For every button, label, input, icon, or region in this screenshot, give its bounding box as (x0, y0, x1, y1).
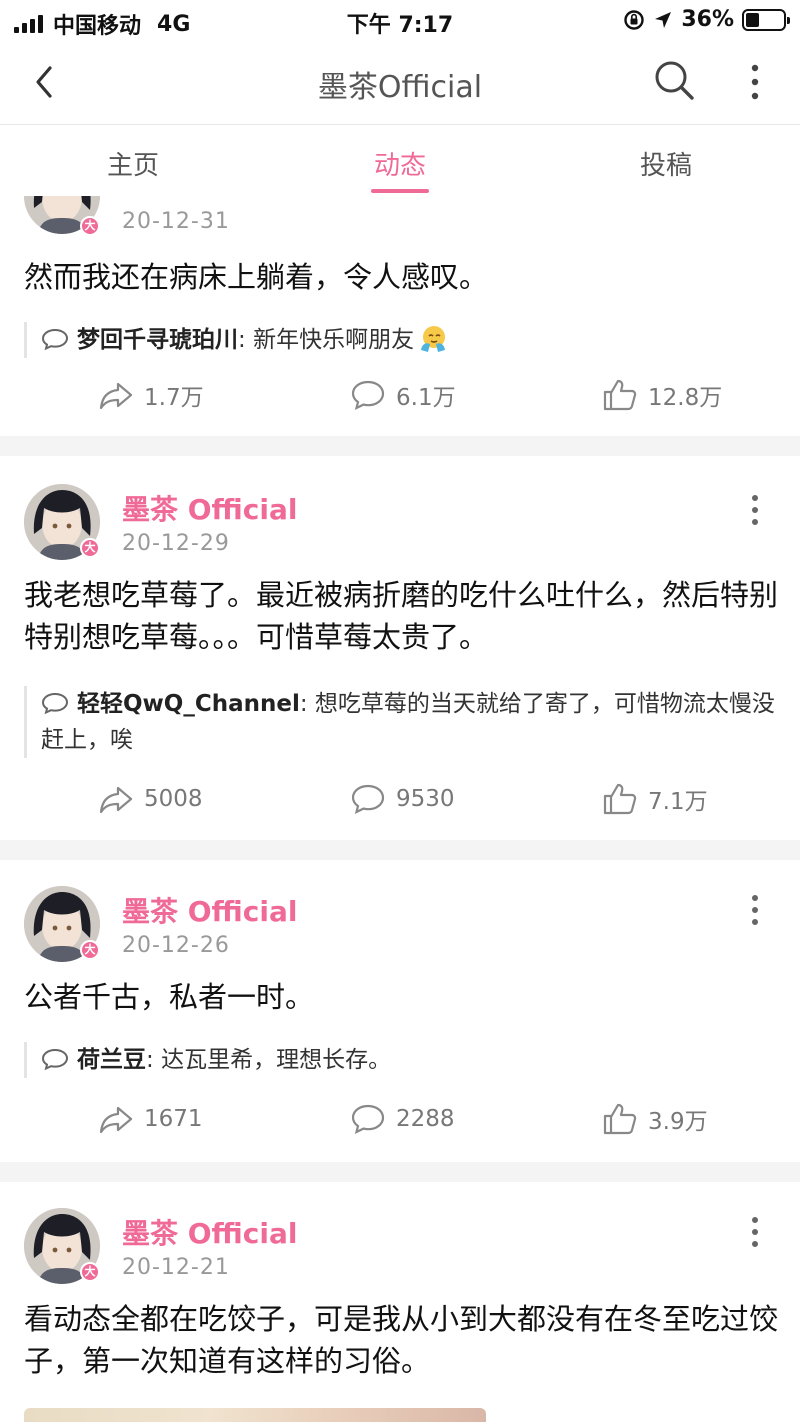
thumbs-up-icon (603, 379, 637, 411)
like-count: 3.9万 (648, 1109, 708, 1135)
post-text[interactable]: 然而我还在病床上躺着，令人感叹。 (24, 256, 784, 298)
comment-bubble-icon (351, 380, 385, 411)
nav-bar: 墨茶Official (0, 40, 800, 124)
post-username[interactable]: 墨茶 Official (122, 890, 297, 930)
comment-button[interactable]: 6.1万 (350, 378, 456, 412)
tab-bar: 主页 动态 投稿 (0, 124, 800, 196)
comment-bubble-icon (41, 692, 69, 715)
post-more-icon[interactable] (744, 492, 766, 528)
orientation-lock-icon (624, 9, 645, 30)
comment-bubble-icon (351, 1104, 385, 1135)
comment-username[interactable]: 荷兰豆 (77, 1047, 146, 1073)
comment-separator: : (238, 327, 246, 353)
like-count: 7.1万 (648, 789, 708, 815)
location-arrow-icon (655, 11, 672, 28)
post-text[interactable]: 看动态全都在吃饺子，可是我从小到大都没有在冬至吃过饺子，第一次知道有这样的习俗。 (24, 1298, 784, 1382)
comment-count: 2288 (396, 1106, 455, 1132)
post-card: 大 墨茶 Official 20-12-26 公者千古，私者一时。 荷兰豆: 达… (0, 860, 800, 1162)
battery-icon (742, 8, 790, 31)
like-button[interactable]: 3.9万 (602, 1102, 708, 1136)
status-right: 36% (623, 7, 790, 32)
avatar-badge: 大 (80, 1262, 100, 1282)
vertical-ellipsis-icon[interactable] (740, 60, 770, 104)
search-icon[interactable] (652, 58, 696, 102)
post-date: 20-12-31 (122, 209, 230, 234)
post-more-icon[interactable] (744, 1214, 766, 1250)
share-count: 1671 (144, 1106, 203, 1132)
avatar-badge: 大 (80, 940, 100, 960)
post-date: 20-12-29 (122, 531, 230, 556)
feed: 大 20-12-31 然而我还在病床上躺着，令人感叹。 梦回千寻琥珀川: 新年快… (0, 196, 800, 1422)
comment-count: 9530 (396, 786, 455, 812)
battery-percent: 36% (681, 7, 734, 32)
tab-home[interactable]: 主页 (73, 145, 193, 182)
share-arrow-icon (99, 786, 133, 814)
post-actions: 1671 2288 3.9万 (0, 1102, 800, 1142)
comment-separator: : (146, 1047, 154, 1073)
share-arrow-icon (99, 1106, 133, 1134)
tab-submissions[interactable]: 投稿 (606, 145, 726, 182)
post-actions: 1.7万 6.1万 12.8万 (0, 378, 800, 418)
comment-button[interactable]: 2288 (350, 1102, 455, 1136)
battery-fill (746, 12, 759, 27)
thumbs-up-icon (603, 783, 637, 815)
avatar-badge: 大 (80, 216, 100, 236)
share-count: 1.7万 (144, 385, 204, 411)
comment-separator: : (299, 691, 308, 717)
post-username[interactable]: 墨茶 Official (122, 488, 297, 528)
avatar-badge: 大 (80, 538, 100, 558)
top-comment[interactable]: 梦回千寻琥珀川: 新年快乐啊朋友 (24, 322, 784, 358)
comment-bubble-icon (41, 1048, 69, 1071)
share-button[interactable]: 5008 (98, 782, 203, 816)
hug-emoji-icon (421, 326, 446, 352)
post-card: 大 墨茶 Official 20-12-21 看动态全都在吃饺子，可是我从小到大… (0, 1182, 800, 1422)
like-button[interactable]: 12.8万 (602, 378, 722, 412)
comment-username[interactable]: 梦回千寻琥珀川 (77, 327, 238, 353)
post-card: 大 20-12-31 然而我还在病床上躺着，令人感叹。 梦回千寻琥珀川: 新年快… (0, 196, 800, 436)
post-text[interactable]: 公者千古，私者一时。 (24, 976, 784, 1018)
comment-count: 6.1万 (396, 385, 456, 411)
post-text[interactable]: 我老想吃草莓了。最近被病折磨的吃什么吐什么，然后特别特别想吃草莓。。。可惜草莓太… (24, 574, 784, 658)
post-actions: 5008 9530 7.1万 (0, 782, 800, 822)
share-count: 5008 (144, 786, 203, 812)
top-comment[interactable]: 荷兰豆: 达瓦里希，理想长存。 (24, 1042, 784, 1078)
status-bar: 中国移动 4G 下午 7:17 36% (0, 0, 800, 40)
share-arrow-icon (99, 382, 133, 410)
comment-text: 达瓦里希，理想长存。 (161, 1047, 392, 1073)
active-tab-indicator (371, 189, 429, 193)
comment-bubble-icon (41, 328, 69, 351)
comment-bubble-icon (351, 784, 385, 815)
post-username[interactable]: 墨茶 Official (122, 1212, 297, 1252)
comment-button[interactable]: 9530 (350, 782, 455, 816)
post-date: 20-12-21 (122, 1255, 230, 1280)
tab-dynamics[interactable]: 动态 (340, 145, 460, 182)
like-count: 12.8万 (648, 385, 723, 411)
top-comment[interactable]: 轻轻QwQ_Channel: 想吃草莓的当天就给了寄了，可惜物流太慢没赶上，唉 (24, 686, 784, 758)
share-button[interactable]: 1671 (98, 1102, 203, 1136)
thumbs-up-icon (603, 1103, 637, 1135)
share-button[interactable]: 1.7万 (98, 378, 204, 412)
post-date: 20-12-26 (122, 933, 230, 958)
like-button[interactable]: 7.1万 (602, 782, 708, 816)
post-card: 大 墨茶 Official 20-12-29 我老想吃草莓了。最近被病折磨的吃什… (0, 456, 800, 840)
post-more-icon[interactable] (744, 892, 766, 928)
comment-username[interactable]: 轻轻QwQ_Channel (77, 691, 300, 717)
post-image[interactable] (24, 1408, 486, 1422)
comment-text: 新年快乐啊朋友 (253, 327, 415, 353)
